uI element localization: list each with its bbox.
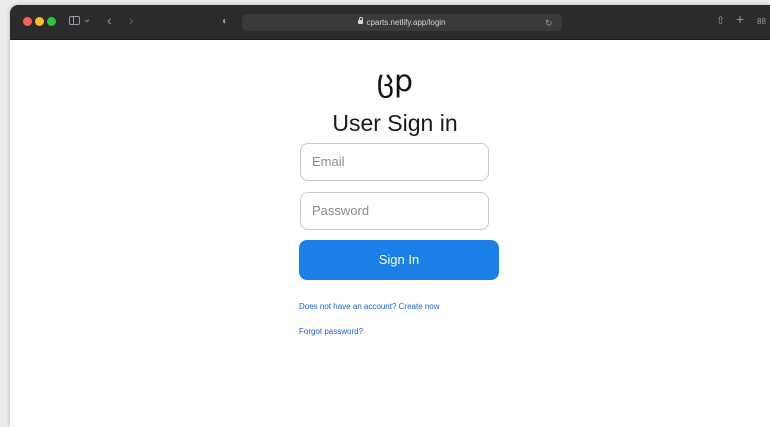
lock-icon [358,17,364,24]
reload-icon[interactable]: ↻ [545,17,553,29]
chevron-down-icon[interactable]: ⌄ [83,14,91,26]
url-text-container: cparts.netlify.app/login [242,17,562,28]
minimize-window-button[interactable] [35,17,44,26]
new-tab-icon[interactable]: + [736,12,744,26]
back-icon[interactable]: ‹ [107,13,112,27]
page-content: ცp User Sign in Email Password Sign In D… [10,40,770,427]
close-window-button[interactable] [23,17,32,26]
create-account-link[interactable]: Does not have an account? Create now [299,301,440,312]
share-icon[interactable]: ⇧ [716,15,725,27]
privacy-icon[interactable]: ◐ [222,16,228,28]
brand-logo: ცp [376,64,414,99]
email-field[interactable]: Email [300,143,489,181]
page-title: User Sign in [332,110,458,136]
password-field[interactable]: Password [300,192,489,230]
zoom-window-button[interactable] [47,17,56,26]
browser-window: ⌄ ‹ › ◐ cparts.netlify.app/login ↻ ⇧ + 8… [10,5,770,427]
forgot-password-link[interactable]: Forgot password? [299,326,363,337]
sign-in-button[interactable]: Sign In [299,240,499,280]
forward-icon[interactable]: › [129,13,134,27]
address-bar[interactable]: cparts.netlify.app/login ↻ [242,14,562,31]
browser-toolbar: ⌄ ‹ › ◐ cparts.netlify.app/login ↻ ⇧ + 8… [10,5,770,40]
tab-overview-icon[interactable]: 88 [757,16,766,28]
url-text: cparts.netlify.app/login [366,18,446,27]
sidebar-icon[interactable] [69,16,80,25]
